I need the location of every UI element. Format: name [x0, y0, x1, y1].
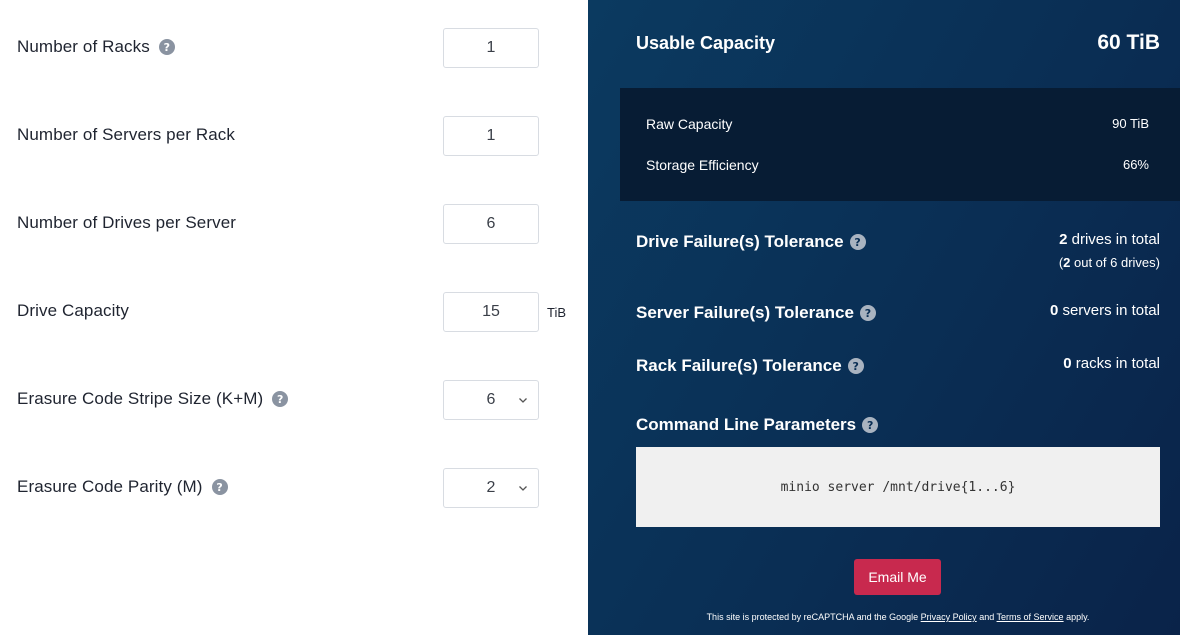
server-tolerance-text: Server Failure(s) Tolerance [636, 303, 854, 322]
server-tolerance-value: 0 servers in total [1050, 302, 1160, 319]
drive-tolerance-help-icon[interactable]: ? [849, 234, 866, 250]
recaptcha-text-post: apply. [1063, 612, 1090, 622]
stripe-label: Erasure Code Stripe Size (K+M) ? [17, 389, 289, 409]
racks-help-icon[interactable]: ? [158, 39, 175, 55]
stripe-help-icon[interactable]: ? [272, 391, 289, 407]
parity-help-icon[interactable]: ? [211, 479, 228, 495]
parity-select[interactable]: 2 [443, 468, 539, 508]
stripe-select[interactable]: 6 [443, 380, 539, 420]
drive-tolerance-suffix: drives in total [1067, 231, 1160, 248]
drive-tolerance-label: Drive Failure(s) Tolerance ? [636, 232, 866, 252]
capacity-input[interactable] [443, 292, 539, 332]
parity-label-text: Erasure Code Parity (M) [17, 477, 203, 496]
servers-label: Number of Servers per Rack [17, 125, 235, 145]
parity-label: Erasure Code Parity (M) ? [17, 477, 228, 497]
results-panel: Usable Capacity 60 TiB Raw Capacity 90 T… [588, 0, 1180, 635]
server-tolerance-help-icon[interactable]: ? [859, 305, 876, 321]
storage-efficiency-label: Storage Efficiency [646, 157, 759, 173]
drives-input[interactable] [443, 204, 539, 244]
rack-tolerance-help-icon[interactable]: ? [847, 358, 864, 374]
racks-row: Number of Racks ? [0, 28, 588, 68]
command-line-box[interactable]: minio server /mnt/drive{1...6} [636, 447, 1160, 527]
chevron-down-icon [519, 486, 527, 491]
servers-row: Number of Servers per Rack [0, 116, 588, 156]
drive-tolerance-text: Drive Failure(s) Tolerance [636, 232, 844, 251]
recaptcha-notice: This site is protected by reCAPTCHA and … [588, 612, 1180, 622]
rack-tolerance-suffix: racks in total [1071, 355, 1160, 372]
calculator-form: Number of Racks ? Number of Servers per … [0, 0, 588, 635]
servers-label-text: Number of Servers per Rack [17, 125, 236, 144]
recaptcha-text-pre: This site is protected by reCAPTCHA and … [706, 612, 921, 622]
drives-row: Number of Drives per Server [0, 204, 588, 244]
server-tolerance-label: Server Failure(s) Tolerance ? [636, 303, 876, 323]
command-line-help-icon[interactable]: ? [862, 417, 879, 433]
capacity-row: Drive Capacity TiB [0, 292, 588, 332]
rack-tolerance-text: Rack Failure(s) Tolerance [636, 356, 842, 375]
usable-capacity-value: 60 TiB [1097, 31, 1160, 54]
terms-of-service-link[interactable]: Terms of Service [997, 612, 1064, 622]
drive-tolerance-sub-rest: out of 6 drives) [1070, 255, 1160, 270]
stripe-row: Erasure Code Stripe Size (K+M) ? 6 [0, 380, 588, 420]
command-line-label: Command Line Parameters ? [636, 415, 879, 435]
stripe-label-text: Erasure Code Stripe Size (K+M) [17, 389, 264, 408]
chevron-down-icon [519, 398, 527, 403]
capacity-label-text: Drive Capacity [17, 301, 129, 320]
privacy-policy-link[interactable]: Privacy Policy [921, 612, 977, 622]
raw-capacity-value: 90 TiB [1112, 116, 1149, 131]
drive-tolerance-sub: (2 out of 6 drives) [1059, 255, 1160, 270]
rack-tolerance-count: 0 [1063, 355, 1072, 372]
usable-capacity-label: Usable Capacity [636, 33, 776, 53]
command-line-value: minio server /mnt/drive{1...6} [780, 479, 1016, 495]
storage-efficiency-value: 66% [1122, 157, 1149, 172]
command-line-text: Command Line Parameters [636, 415, 857, 434]
capacity-unit: TiB [547, 305, 567, 320]
racks-label: Number of Racks ? [17, 37, 175, 57]
email-me-button[interactable]: Email Me [854, 559, 941, 595]
capacity-label: Drive Capacity [17, 301, 129, 321]
rack-tolerance-label: Rack Failure(s) Tolerance ? [636, 356, 864, 376]
rack-tolerance-value: 0 racks in total [1063, 355, 1160, 372]
parity-row: Erasure Code Parity (M) ? 2 [0, 468, 588, 508]
servers-input[interactable] [443, 116, 539, 156]
raw-capacity-label: Raw Capacity [646, 116, 733, 132]
raw-capacity-box: Raw Capacity 90 TiB Storage Efficiency 6… [620, 88, 1180, 201]
racks-input[interactable] [443, 28, 539, 68]
drive-tolerance-value: 2 drives in total [1059, 231, 1160, 248]
server-tolerance-suffix: servers in total [1058, 302, 1160, 319]
drives-label: Number of Drives per Server [17, 213, 236, 233]
drives-label-text: Number of Drives per Server [17, 213, 237, 232]
racks-label-text: Number of Racks [17, 37, 150, 56]
recaptcha-text-and: and [976, 612, 997, 622]
